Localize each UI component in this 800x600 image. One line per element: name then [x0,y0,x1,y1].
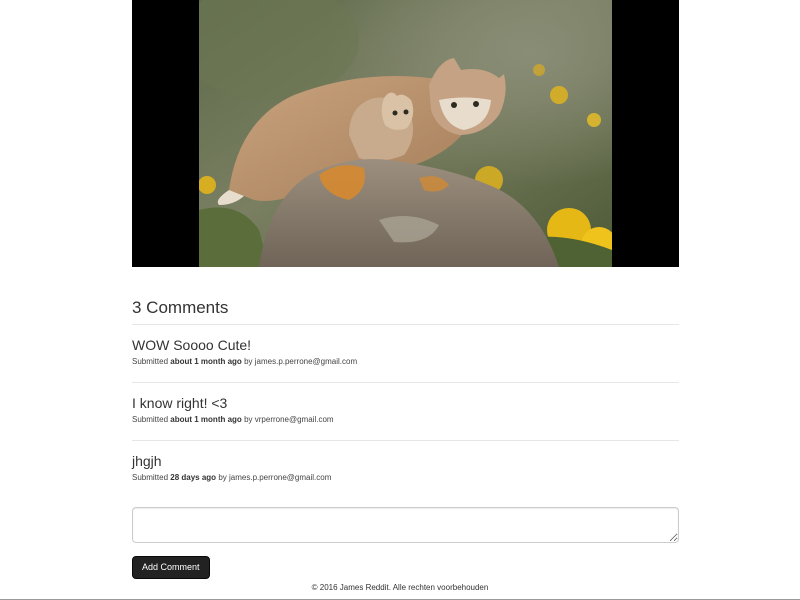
comment-meta: Submitted about 1 month ago by vrperrone… [132,414,679,425]
comment-text: WOW Soooo Cute! [132,337,252,353]
comment-text: I know right! <3 [132,395,228,411]
by-label: by [218,473,227,482]
comment-author: james.p.perrone@gmail.com [254,357,358,366]
comment-item: I know right! <3 Submitted about 1 month… [132,383,679,441]
comments-heading: 3 Comments [132,298,229,317]
comment-text: jhgjh [132,453,162,469]
comment-item: WOW Soooo Cute! Submitted about 1 month … [132,325,679,383]
post-container: 3 Comments WOW Soooo Cute! Submitted abo… [132,0,679,579]
footer-copyright: © 2016 James Reddit. Alle rechten voorbe… [311,583,489,592]
submitted-label: Submitted [132,415,169,424]
add-comment-button[interactable]: Add Comment [132,556,210,579]
comment-author: james.p.perrone@gmail.com [229,473,332,482]
add-comment-form: Add Comment [132,507,679,579]
bobcat-photo [199,0,612,267]
comment-item: jhgjh Submitted 28 days ago by james.p.p… [132,441,679,498]
submitted-label: Submitted [132,473,169,482]
comment-meta: Submitted about 1 month ago by james.p.p… [132,356,679,367]
page: 3 Comments WOW Soooo Cute! Submitted abo… [0,0,800,600]
comment-textarea[interactable] [132,507,679,543]
submitted-label: Submitted [132,357,169,366]
comment-time: about 1 month ago [170,415,242,424]
by-label: by [244,415,253,424]
by-label: by [244,357,253,366]
comment-author: vrperrone@gmail.com [254,415,334,424]
comment-time: about 1 month ago [170,357,242,366]
comments-list: WOW Soooo Cute! Submitted about 1 month … [132,325,679,498]
comment-meta: Submitted 28 days ago by james.p.perrone… [132,472,679,483]
post-media-frame [132,0,679,267]
comment-time: 28 days ago [170,473,217,482]
